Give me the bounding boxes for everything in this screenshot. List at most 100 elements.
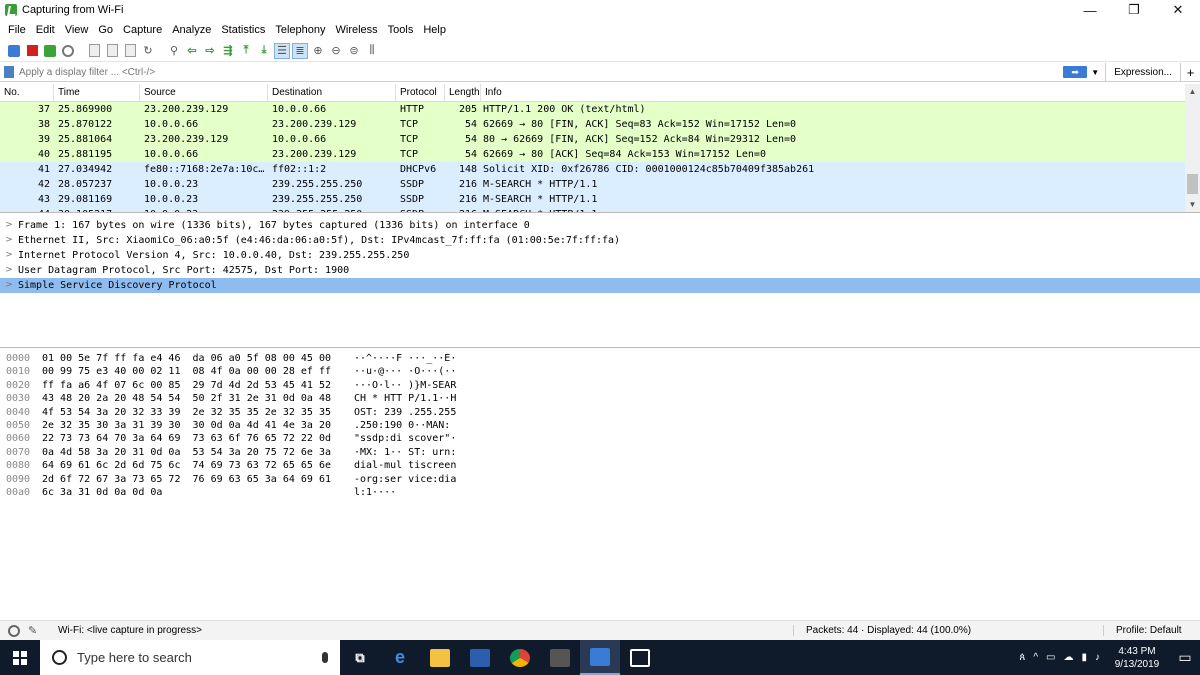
- resize-columns-button[interactable]: ⫼: [364, 43, 380, 59]
- maximize-button[interactable]: ❐: [1112, 0, 1156, 20]
- chrome-button[interactable]: [500, 640, 540, 675]
- menu-telephony[interactable]: Telephony: [270, 20, 330, 40]
- detail-row-frame[interactable]: > Frame 1: 167 bytes on wire (1336 bits),…: [0, 218, 1200, 233]
- save-file-button[interactable]: [104, 43, 120, 59]
- menu-capture[interactable]: Capture: [118, 20, 167, 40]
- add-filter-button[interactable]: +: [1180, 62, 1200, 82]
- close-file-button[interactable]: [122, 43, 138, 59]
- go-back-button[interactable]: ⇦: [184, 43, 200, 59]
- zoom-in-button[interactable]: ⊕: [310, 43, 326, 59]
- calculator-button[interactable]: [540, 640, 580, 675]
- menu-tools[interactable]: Tools: [383, 20, 419, 40]
- start-button[interactable]: [0, 640, 40, 675]
- stop-capture-button[interactable]: [24, 43, 40, 59]
- bookmark-icon[interactable]: [4, 66, 14, 78]
- task-view-button[interactable]: ⧉: [340, 640, 380, 675]
- packet-row[interactable]: 40 25.881195 10.0.0.66 23.200.239.129 TCP 54 6…: [0, 147, 1200, 162]
- wireshark-taskbar-button[interactable]: [580, 640, 620, 675]
- expert-info-icon[interactable]: [8, 624, 20, 637]
- column-header-no[interactable]: No.: [0, 84, 54, 102]
- packet-row[interactable]: 43 29.081169 10.0.0.23 239.255.255.250 SSDP 2…: [0, 192, 1200, 207]
- chevron-right-icon[interactable]: >: [0, 263, 18, 278]
- chevron-right-icon[interactable]: >: [0, 278, 18, 293]
- colorize-button[interactable]: ≣: [292, 42, 308, 59]
- capture-options-button[interactable]: [60, 43, 76, 59]
- first-packet-button[interactable]: ⤒: [238, 43, 254, 59]
- file-explorer-button[interactable]: [420, 640, 460, 675]
- minimize-button[interactable]: —: [1068, 0, 1112, 20]
- menu-wireless[interactable]: Wireless: [331, 20, 383, 40]
- edit-comment-icon[interactable]: ✎: [28, 624, 42, 637]
- hex-row[interactable]: 0000 01 00 5e 7f ff fa e4 46 da 06 a0 5f …: [0, 352, 1200, 365]
- chevron-right-icon[interactable]: >: [0, 233, 18, 248]
- edge-button[interactable]: e: [380, 640, 420, 675]
- battery-icon[interactable]: ▮: [1081, 652, 1087, 663]
- packet-row[interactable]: 38 25.870122 10.0.0.66 23.200.239.129 TCP 54 6…: [0, 117, 1200, 132]
- menu-file[interactable]: File: [3, 20, 31, 40]
- hex-row[interactable]: 0050 2e 32 35 30 3a 31 39 30 30 0d 0a 4d …: [0, 419, 1200, 432]
- word-button[interactable]: [460, 640, 500, 675]
- scroll-down-icon[interactable]: ▼: [1185, 197, 1200, 212]
- taskbar-search[interactable]: Type here to search: [40, 640, 340, 675]
- autoscroll-button[interactable]: ☰: [274, 42, 290, 59]
- packet-row[interactable]: 39 25.881064 23.200.239.129 10.0.0.66 TCP 54 8…: [0, 132, 1200, 147]
- detail-row-udp[interactable]: > User Datagram Protocol, Src Port: 42575…: [0, 263, 1200, 278]
- column-header-length[interactable]: Length: [445, 84, 481, 102]
- column-header-info[interactable]: Info: [481, 84, 1200, 102]
- apply-filter-button[interactable]: ➡: [1063, 66, 1088, 78]
- clock[interactable]: 4:43 PM 9/13/2019: [1104, 645, 1170, 671]
- hex-row[interactable]: 00a0 6c 3a 31 0d 0a 0d 0a l:1····: [0, 486, 1200, 499]
- expression-button[interactable]: Expression...: [1105, 62, 1180, 82]
- packet-row[interactable]: 37 25.869900 23.200.239.129 10.0.0.66 HTTP 20…: [0, 102, 1200, 117]
- people-icon[interactable]: ጰ: [1019, 652, 1025, 663]
- onedrive-icon[interactable]: ☁: [1063, 652, 1073, 663]
- microphone-icon[interactable]: [322, 652, 328, 663]
- detail-row-ssdp[interactable]: > Simple Service Discovery Protocol: [0, 278, 1200, 293]
- hex-row[interactable]: 0080 64 69 61 6c 2d 6d 75 6c 74 69 73 63 …: [0, 459, 1200, 472]
- chevron-right-icon[interactable]: >: [0, 248, 18, 263]
- hex-row[interactable]: 0030 43 48 20 2a 20 48 54 54 50 2f 31 2e …: [0, 392, 1200, 405]
- hex-row[interactable]: 0060 22 73 73 64 70 3a 64 69 73 63 6f 76 …: [0, 432, 1200, 445]
- go-to-packet-button[interactable]: ⇶: [220, 43, 236, 59]
- zoom-out-button[interactable]: ⊖: [328, 43, 344, 59]
- normal-size-button[interactable]: ⊜: [346, 43, 362, 59]
- volume-icon[interactable]: ♪: [1095, 652, 1100, 663]
- notifications-icon[interactable]: ▭: [1170, 649, 1200, 666]
- hex-row[interactable]: 0010 00 99 75 e3 40 00 02 11 08 4f 0a 00 …: [0, 365, 1200, 378]
- hex-row[interactable]: 0070 0a 4d 58 3a 20 31 0d 0a 53 54 3a 20 …: [0, 446, 1200, 459]
- menu-statistics[interactable]: Statistics: [216, 20, 270, 40]
- hex-row[interactable]: 0020 ff fa a6 4f 07 6c 00 85 29 7d 4d 2d …: [0, 379, 1200, 392]
- chevron-right-icon[interactable]: >: [0, 218, 18, 233]
- menu-analyze[interactable]: Analyze: [167, 20, 216, 40]
- hex-row[interactable]: 0090 2d 6f 72 67 3a 73 65 72 76 69 63 65 …: [0, 473, 1200, 486]
- scrollbar-thumb[interactable]: [1187, 174, 1198, 194]
- go-forward-button[interactable]: ⇨: [202, 43, 218, 59]
- packet-row[interactable]: 4430.10521710.0.0.23239.255.255.250SSDP2…: [0, 207, 1200, 212]
- menu-edit[interactable]: Edit: [31, 20, 60, 40]
- packet-row[interactable]: 41 27.034942 fe80::7168:2e7a:10c… ff02::1:2…: [0, 162, 1200, 177]
- start-capture-button[interactable]: [6, 43, 22, 59]
- last-packet-button[interactable]: ⤓: [256, 43, 272, 59]
- profile-label[interactable]: Profile: Default: [1103, 625, 1200, 636]
- reload-file-button[interactable]: ↻: [140, 43, 156, 59]
- detail-row-ethernet[interactable]: > Ethernet II, Src: XiaomiCo_06:a0:5f (e4…: [0, 233, 1200, 248]
- packet-list-scrollbar[interactable]: ▲ ▼: [1185, 84, 1200, 212]
- scroll-up-icon[interactable]: ▲: [1185, 84, 1200, 99]
- detail-row-ipv4[interactable]: > Internet Protocol Version 4, Src: 10.0.…: [0, 248, 1200, 263]
- close-button[interactable]: ✕: [1156, 0, 1200, 20]
- network-icon[interactable]: ▭: [1046, 652, 1055, 663]
- menu-help[interactable]: Help: [418, 20, 451, 40]
- display-filter-input[interactable]: Apply a display filter ... <Ctrl-/>: [17, 64, 1063, 81]
- column-header-destination[interactable]: Destination: [268, 84, 396, 102]
- menu-view[interactable]: View: [60, 20, 94, 40]
- open-file-button[interactable]: [86, 43, 102, 59]
- packet-row[interactable]: 42 28.057237 10.0.0.23 239.255.255.250 SSDP 2…: [0, 177, 1200, 192]
- find-packet-button[interactable]: ⚲: [166, 43, 182, 59]
- column-header-time[interactable]: Time: [54, 84, 140, 102]
- column-header-source[interactable]: Source: [140, 84, 268, 102]
- column-header-protocol[interactable]: Protocol: [396, 84, 445, 102]
- hex-row[interactable]: 0040 4f 53 54 3a 20 32 33 39 2e 32 35 35 …: [0, 406, 1200, 419]
- chevron-up-icon[interactable]: ^: [1033, 652, 1038, 663]
- filter-history-dropdown[interactable]: ▼: [1091, 68, 1101, 77]
- photos-button[interactable]: [620, 640, 660, 675]
